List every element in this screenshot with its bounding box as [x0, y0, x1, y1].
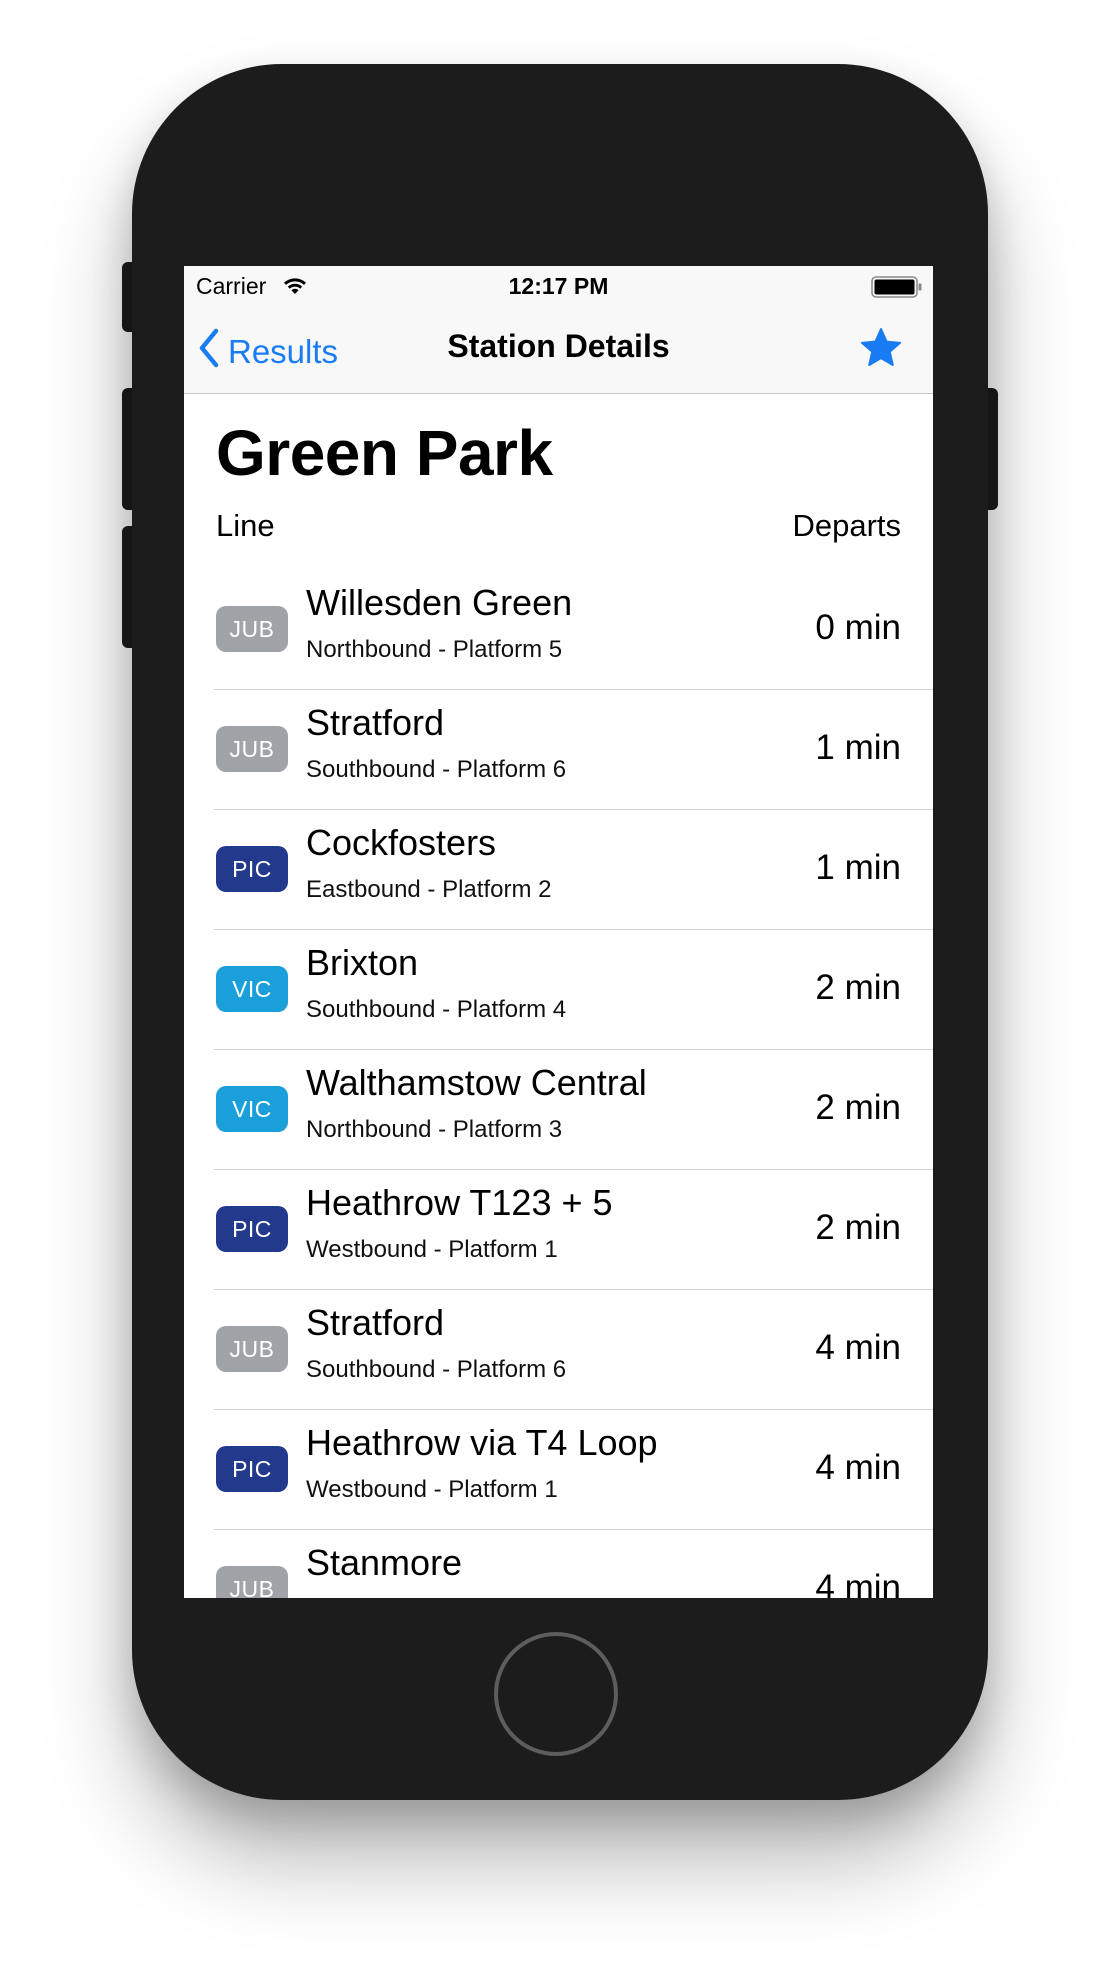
departure-row[interactable]: PIC Heathrow via T4 Loop Westbound - Pla… [214, 1410, 933, 1530]
platform: Southbound - Platform 6 [306, 1356, 567, 1383]
line-badge: VIC [216, 966, 288, 1012]
platform: Eastbound - Platform 2 [306, 876, 552, 903]
chevron-left-icon [198, 328, 228, 376]
departure-time: 4 min [815, 1328, 901, 1367]
departure-time: 2 min [815, 1208, 901, 1247]
favorite-button[interactable] [859, 326, 903, 370]
departure-time: 0 min [815, 608, 901, 647]
star-icon [861, 328, 901, 366]
departure-row[interactable]: VIC Walthamstow Central Northbound - Pla… [214, 1050, 933, 1170]
departure-time: 2 min [815, 1088, 901, 1127]
destination: Stanmore [306, 1542, 463, 1583]
line-badge: JUB [216, 606, 288, 652]
destination: Willesden Green [306, 582, 573, 623]
line-badge: JUB [216, 1326, 288, 1372]
departure-row[interactable]: JUB Willesden Green Northbound - Platfor… [214, 570, 933, 690]
departure-time: 4 min [815, 1568, 901, 1598]
platform: Westbound - Platform 1 [306, 1236, 558, 1263]
departure-time: 1 min [815, 848, 901, 887]
destination: Stratford [306, 1302, 445, 1343]
navigation-bar: Results Station Details [184, 306, 933, 394]
back-button-label: Results [228, 333, 339, 370]
departure-time: 4 min [815, 1448, 901, 1487]
platform: Southbound - Platform 6 [306, 756, 567, 783]
destination: Stratford [306, 702, 445, 743]
device-mockup: Carrier 12:17 PM Results Station Details… [0, 0, 1118, 1962]
destination: Cockfosters [306, 822, 497, 863]
screen: Carrier 12:17 PM Results Station Details… [184, 266, 933, 1598]
back-button[interactable]: Results [198, 328, 338, 376]
column-header-departs: Departs [792, 508, 901, 543]
departure-row[interactable]: VIC Brixton Southbound - Platform 4 2 mi… [214, 930, 933, 1050]
column-header-line: Line [216, 508, 275, 543]
platform: Southbound - Platform 4 [306, 996, 567, 1023]
departure-row[interactable]: JUB Stratford Southbound - Platform 6 4 … [214, 1290, 933, 1410]
platform: Northbound - Platform 5 [306, 636, 563, 663]
line-badge: JUB [216, 1566, 288, 1598]
line-badge: PIC [216, 1446, 288, 1492]
battery-icon [871, 276, 923, 304]
departure-time: 2 min [815, 968, 901, 1007]
line-badge: JUB [216, 726, 288, 772]
destination: Walthamstow Central [306, 1062, 647, 1103]
station-name: Green Park [216, 417, 553, 489]
home-button[interactable] [494, 1632, 618, 1756]
departure-row[interactable]: PIC Heathrow T123 + 5 Westbound - Platfo… [214, 1170, 933, 1290]
destination: Heathrow T123 + 5 [306, 1182, 613, 1223]
departure-list: JUB Willesden Green Northbound - Platfor… [184, 570, 933, 1598]
line-badge: VIC [216, 1086, 288, 1132]
status-time: 12:17 PM [508, 273, 609, 299]
departure-row[interactable]: PIC Cockfosters Eastbound - Platform 2 1… [214, 810, 933, 930]
destination: Heathrow via T4 Loop [306, 1422, 658, 1463]
platform: Northbound - Platform 3 [306, 1116, 563, 1143]
platform: Westbound - Platform 1 [306, 1476, 558, 1503]
status-bar: Carrier 12:17 PM [184, 266, 933, 306]
line-badge: PIC [216, 1206, 288, 1252]
departure-row[interactable]: JUB Stratford Southbound - Platform 6 1 … [214, 690, 933, 810]
destination: Brixton [306, 942, 419, 983]
line-badge: PIC [216, 846, 288, 892]
departure-time: 1 min [815, 728, 901, 767]
departure-row[interactable]: JUB Stanmore 4 min [214, 1530, 933, 1598]
